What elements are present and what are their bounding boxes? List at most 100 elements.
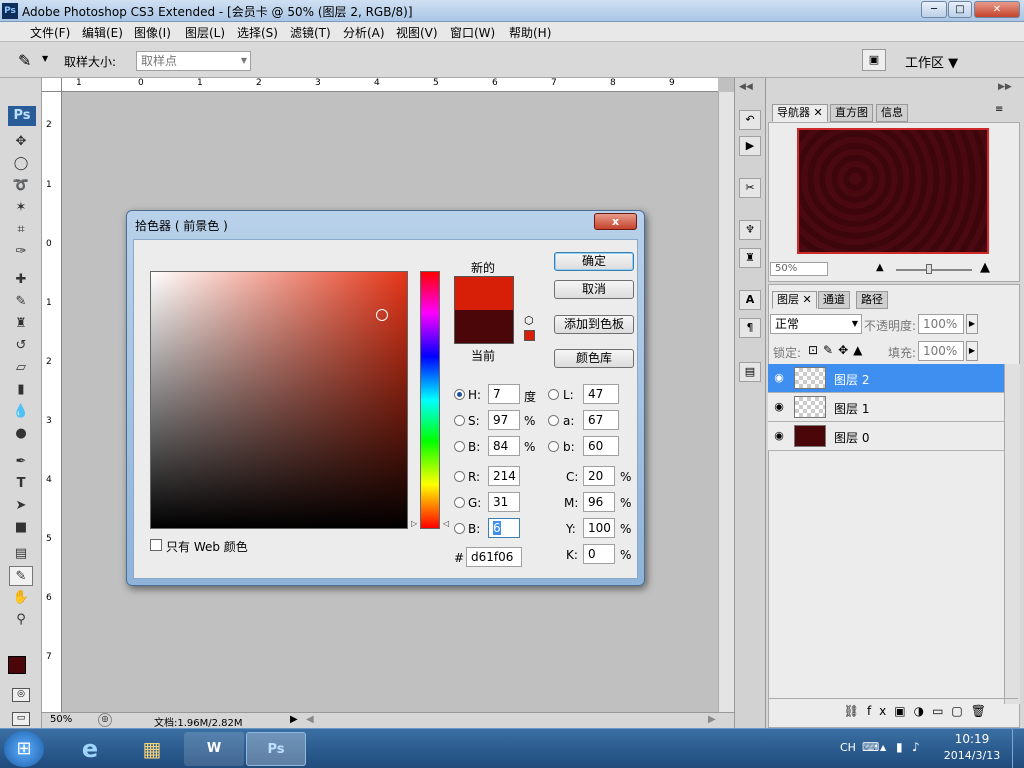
fill-field[interactable]: 100% [918, 341, 964, 361]
r-field[interactable]: 214 [488, 466, 520, 486]
type-tool-icon[interactable]: T [9, 474, 33, 494]
layer-comps-icon[interactable]: ▤ [739, 362, 761, 382]
add-to-swatches-button[interactable]: 添加到色板 [554, 315, 634, 334]
dodge-tool-icon[interactable]: ● [9, 424, 33, 444]
web-only-checkbox[interactable] [150, 539, 162, 551]
network-icon[interactable]: ▮ [896, 740, 903, 754]
lock-options-icon[interactable]: ⊡✎✥▲ [808, 343, 867, 357]
eye-icon[interactable]: ◉ [772, 429, 786, 443]
show-desktop-button[interactable] [1012, 729, 1024, 768]
dialog-close-button[interactable]: x [594, 213, 637, 230]
tray-expand-icon[interactable]: ▲ [880, 743, 886, 752]
pen-tool-icon[interactable]: ✒ [9, 452, 33, 472]
color-field[interactable] [150, 271, 408, 529]
status-menu-icon[interactable]: ◎ [98, 713, 112, 727]
layer-row[interactable]: ◉ 图层 0 [768, 422, 1004, 451]
quick-mask-icon[interactable]: ◎ [12, 688, 30, 702]
navigator-zoom-field[interactable]: 50% [770, 262, 828, 276]
lab-b-field[interactable]: 60 [583, 436, 619, 456]
history-panel-icon[interactable]: ↶ [739, 110, 761, 130]
clock-time[interactable]: 10:19 [942, 732, 1002, 746]
y-field[interactable]: 100 [583, 518, 615, 538]
h-radio[interactable] [454, 389, 465, 400]
a-field[interactable]: 67 [583, 410, 619, 430]
tab-channels[interactable]: 通道 [818, 291, 850, 309]
cancel-button[interactable]: 取消 [554, 280, 634, 299]
lasso-tool-icon[interactable]: ➰ [9, 176, 33, 196]
horizontal-ruler[interactable]: 1 0 1 2 3 4 5 6 7 8 9 [62, 78, 718, 92]
tab-info[interactable]: 信息 [876, 104, 908, 122]
menu-file[interactable]: 文件(F) [30, 24, 70, 41]
move-tool-icon[interactable]: ✥ [9, 132, 33, 152]
scroll-right-icon[interactable]: ▶ [708, 714, 716, 725]
minimize-button[interactable]: ─ [921, 1, 947, 18]
opacity-field[interactable]: 100% [918, 314, 964, 334]
color-libraries-button[interactable]: 颜色库 [554, 349, 634, 368]
layer-actions-icon[interactable]: ⛓fx▣◑▭▢🗑 [768, 698, 1018, 724]
crop-tool-icon[interactable]: ⌗ [9, 220, 33, 240]
foreground-color-swatch[interactable] [8, 656, 26, 674]
sample-size-select[interactable]: 取样点 ▼ [136, 51, 251, 71]
actions-panel-icon[interactable]: ▶ [739, 136, 761, 156]
history-brush-icon[interactable]: ↺ [9, 336, 33, 356]
shape-tool-icon[interactable]: ■ [9, 518, 33, 538]
navigator-preview[interactable] [797, 128, 989, 254]
menu-layer[interactable]: 图层(L) [185, 24, 225, 41]
hue-arrow-right-icon[interactable]: ◁ [443, 519, 449, 528]
fill-arrow-icon[interactable]: ▶ [966, 341, 978, 361]
hue-arrow-left-icon[interactable]: ▷ [411, 519, 417, 528]
hex-field[interactable]: d61f06 [466, 547, 522, 567]
l-radio[interactable] [548, 389, 559, 400]
expand-icon[interactable]: ▶▶ [998, 82, 1012, 92]
gamut-swatch[interactable] [524, 330, 535, 341]
stamp-tool-icon[interactable]: ♜ [9, 314, 33, 334]
slice-tool-icon[interactable]: ✑ [9, 242, 33, 262]
brightness-radio[interactable] [454, 441, 465, 452]
c-field[interactable]: 20 [583, 466, 615, 486]
brush-tool-icon[interactable]: ✎ [9, 292, 33, 312]
character-panel-icon[interactable]: A [739, 290, 761, 310]
a-radio[interactable] [548, 415, 559, 426]
lab-b-radio[interactable] [548, 441, 559, 452]
tab-paths[interactable]: 路径 [856, 291, 888, 309]
language-indicator[interactable]: CH [840, 741, 856, 754]
maximize-button[interactable]: □ [948, 1, 972, 18]
brightness-field[interactable]: 84 [488, 436, 520, 456]
tool-presets-icon[interactable]: ✂ [739, 178, 761, 198]
vertical-scrollbar[interactable] [718, 92, 734, 712]
start-button[interactable]: ⊞ [4, 731, 44, 767]
word-app-icon[interactable]: W [184, 732, 244, 766]
h-field[interactable]: 7 [488, 384, 520, 404]
clone-source-icon[interactable]: ♜ [739, 248, 761, 268]
m-field[interactable]: 96 [583, 492, 615, 512]
menu-window[interactable]: 窗口(W) [450, 24, 495, 41]
layer-row[interactable]: ◉ 图层 1 [768, 393, 1004, 422]
menu-image[interactable]: 图像(I) [134, 24, 171, 41]
current-color-swatch[interactable] [454, 310, 514, 344]
menu-analysis[interactable]: 分析(A) [343, 24, 385, 41]
blue-radio[interactable] [454, 523, 465, 534]
layer-row[interactable]: ◉ 图层 2 [768, 364, 1004, 393]
path-select-tool-icon[interactable]: ➤ [9, 496, 33, 516]
layers-scrollbar[interactable] [1004, 364, 1020, 704]
color-field-cursor[interactable] [376, 309, 388, 321]
screen-mode-icon[interactable]: ▭ [12, 712, 30, 726]
opacity-arrow-icon[interactable]: ▶ [966, 314, 978, 334]
zoom-level[interactable]: 50% [50, 714, 72, 725]
navigator-zoom-slider[interactable] [896, 269, 972, 271]
zoom-out-icon[interactable]: ▲ [876, 262, 884, 273]
hue-slider[interactable] [420, 271, 440, 529]
photoshop-taskbar-button[interactable]: Ps [246, 732, 306, 766]
keyboard-icon[interactable]: ⌨ [862, 740, 879, 754]
menu-filter[interactable]: 滤镜(T) [290, 24, 331, 41]
blue-field[interactable]: 6 [488, 518, 520, 538]
eyedropper-tool-icon[interactable]: ✎ [9, 566, 33, 586]
file-browser-icon[interactable]: ▣ [862, 49, 886, 71]
workspace-button[interactable]: 工作区 ▼ [905, 52, 958, 71]
healing-brush-icon[interactable]: ✚ [9, 270, 33, 290]
l-field[interactable]: 47 [583, 384, 619, 404]
scroll-left-icon[interactable]: ◀ [306, 714, 314, 725]
hand-tool-icon[interactable]: ✋ [9, 588, 33, 608]
brushes-panel-icon[interactable]: ♆ [739, 220, 761, 240]
chevron-down-icon[interactable]: ▼ [42, 54, 48, 63]
